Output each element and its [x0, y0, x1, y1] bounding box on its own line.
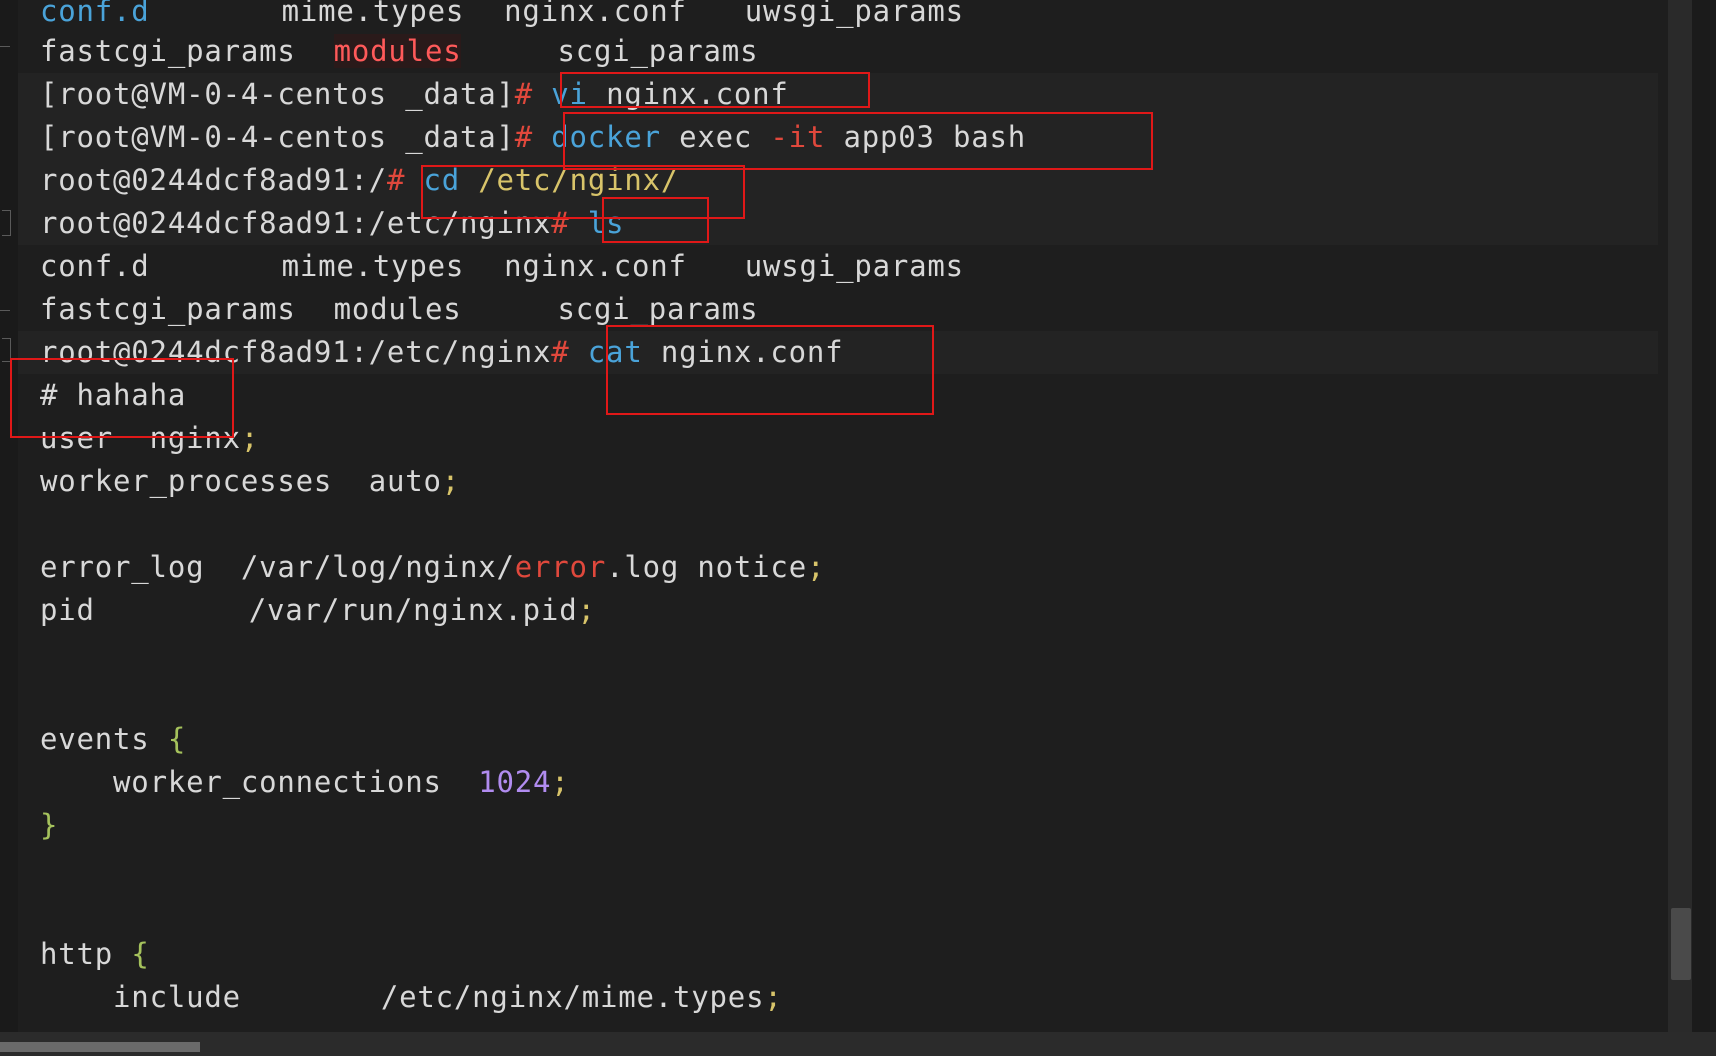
- config-value: /var/log/nginx/: [240, 550, 515, 584]
- dir-entry: modules: [333, 34, 462, 68]
- prompt-symbol: #: [514, 120, 534, 154]
- file-entry: nginx.conf: [504, 0, 687, 28]
- horizontal-scrollbar[interactable]: [0, 1032, 1716, 1056]
- horizontal-scrollbar-thumb[interactable]: [0, 1042, 200, 1052]
- gutter-fold-marker[interactable]: [2, 210, 11, 236]
- brace: }: [40, 808, 59, 842]
- config-line: include/etc/nginx/mime.types;: [40, 976, 783, 1019]
- brace: {: [167, 722, 187, 756]
- vertical-scrollbar[interactable]: [1668, 0, 1692, 1032]
- ls-output-row: conf.d mime.types nginx.conf uwsgi_params: [40, 0, 964, 33]
- config-value: /var/run/nginx.pid: [248, 593, 578, 627]
- config-line: pid/var/run/nginx.pid;: [40, 589, 596, 632]
- config-value: /etc/nginx/mime.types: [380, 980, 765, 1014]
- gutter-dash: [0, 46, 10, 47]
- shell-prompt: [root@VM-0-4-centos _data]: [40, 77, 515, 111]
- fold-gutter: [0, 0, 18, 1032]
- semicolon: ;: [441, 464, 460, 498]
- annotation-box-docker-exec: [563, 112, 1153, 170]
- prompt-symbol: #: [386, 163, 406, 197]
- config-block-end: }: [40, 804, 58, 847]
- gutter-dash: [0, 310, 10, 311]
- config-line: error_log /var/log/nginx/error.log notic…: [40, 546, 825, 589]
- config-line: worker_connections 1024;: [40, 761, 570, 804]
- dir-entry: modules: [333, 292, 462, 326]
- config-number: 1024: [478, 765, 552, 799]
- annotation-box-comment: [10, 358, 234, 438]
- prompt-symbol: #: [514, 77, 534, 111]
- config-key: pid: [40, 593, 95, 627]
- config-block-start: http {: [40, 933, 150, 976]
- semicolon: ;: [577, 593, 596, 627]
- semicolon: ;: [806, 550, 826, 584]
- ls-output-row: conf.d mime.types nginx.conf uwsgi_params: [40, 245, 964, 288]
- file-entry: uwsgi_params: [744, 249, 964, 283]
- config-key: error_log: [40, 550, 205, 584]
- semicolon: ;: [551, 765, 570, 799]
- file-entry: scgi_params: [557, 34, 759, 68]
- file-entry: fastcgi_params: [40, 292, 296, 326]
- file-entry: scgi_params: [557, 292, 759, 326]
- file-entry: fastcgi_params: [40, 34, 296, 68]
- shell-prompt: root@0244dcf8ad91:/: [40, 163, 387, 197]
- config-key: worker_connections: [113, 765, 442, 799]
- file-entry: mime.types: [281, 249, 465, 283]
- terminal-window[interactable]: conf.d mime.types nginx.conf uwsgi_params f…: [0, 0, 1692, 1032]
- config-value: auto: [368, 464, 442, 498]
- dir-entry: conf.d: [40, 249, 150, 283]
- config-block-start: events {: [40, 718, 186, 761]
- brace: {: [131, 937, 150, 971]
- annotation-box-vi: [560, 72, 870, 108]
- ls-output-row: fastcgi_params modules scgi_params: [40, 30, 758, 73]
- config-value: .log notice: [606, 550, 807, 584]
- config-key: worker_processes: [40, 464, 333, 498]
- config-key: http: [40, 937, 114, 971]
- prompt-symbol: #: [551, 335, 570, 369]
- semicolon: ;: [764, 980, 783, 1014]
- config-key: events: [40, 722, 150, 756]
- config-line: worker_processes auto;: [40, 460, 460, 503]
- scrollbar-thumb[interactable]: [1671, 908, 1691, 980]
- shell-prompt: [root@VM-0-4-centos _data]: [40, 120, 515, 154]
- file-entry: mime.types: [281, 0, 465, 28]
- dir-entry: conf.d: [40, 0, 150, 28]
- semicolon: ;: [240, 421, 260, 455]
- error-keyword: error: [514, 550, 607, 584]
- file-entry: uwsgi_params: [744, 0, 964, 28]
- file-entry: nginx.conf: [504, 249, 687, 283]
- annotation-box-ls: [602, 197, 709, 243]
- config-key: include: [113, 980, 241, 1014]
- annotation-box-cat: [606, 325, 934, 415]
